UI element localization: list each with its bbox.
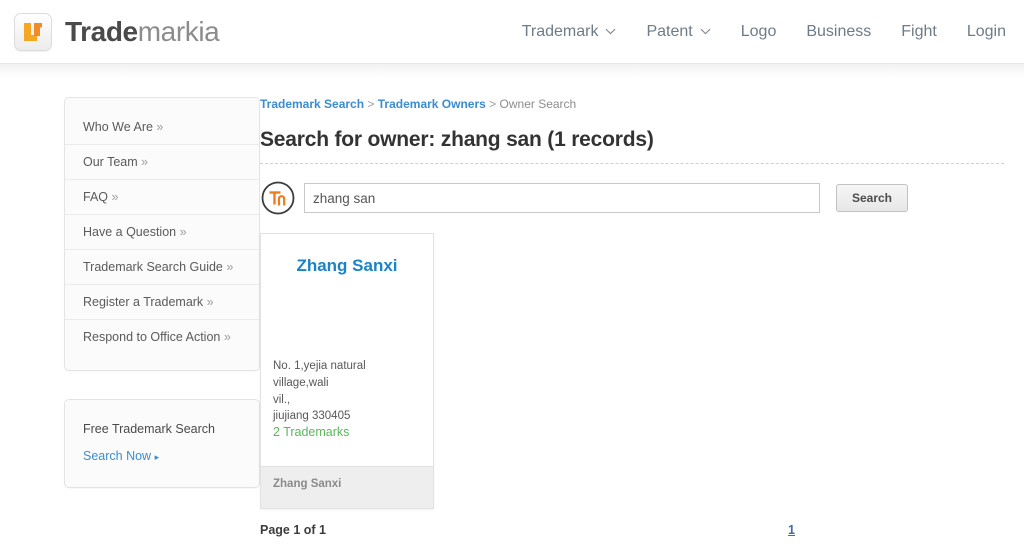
- brand-wordmark: Trademarkia: [65, 15, 220, 48]
- double-chevron-icon: »: [226, 260, 234, 274]
- promo-title: Free Trademark Search: [83, 422, 215, 436]
- owner-address-line-2: vil.,: [273, 393, 291, 406]
- page-body: Who We Are » Our Team » FAQ » Have a Que…: [0, 80, 1024, 539]
- search-bar: Search: [260, 180, 1004, 216]
- double-chevron-icon: »: [111, 190, 119, 204]
- brand-wordmark-bold: Trade: [65, 15, 138, 47]
- page-number-1[interactable]: 1: [788, 523, 795, 537]
- breadcrumb-separator: >: [489, 97, 497, 111]
- nav-item-label: Trademark: [521, 22, 599, 40]
- brand-wordmark-light: markia: [137, 15, 220, 47]
- double-chevron-icon: »: [223, 330, 231, 344]
- owner-address: No. 1,yejia natural village,wali vil., j…: [273, 358, 421, 425]
- sidebar-item-label: Register a Trademark: [83, 295, 204, 309]
- sidebar-item-register-a-trademark[interactable]: Register a Trademark »: [65, 285, 259, 320]
- chevron-down-icon: [700, 28, 711, 35]
- brand-logo[interactable]: Trademarkia: [14, 12, 220, 51]
- nav-item-trademark[interactable]: Trademark: [522, 23, 617, 41]
- sidebar-item-label: FAQ: [83, 190, 109, 204]
- owner-trademark-count[interactable]: 2 Trademarks: [273, 425, 421, 439]
- pagination: Page 1 of 1 1: [260, 521, 1004, 539]
- owner-address-line-1: No. 1,yejia natural village,wali: [273, 360, 366, 390]
- nav-item-login[interactable]: Login: [967, 23, 1006, 41]
- sidebar-item-trademark-search-guide[interactable]: Trademark Search Guide »: [65, 250, 259, 285]
- breadcrumb-separator: >: [367, 97, 375, 111]
- search-input[interactable]: [304, 183, 820, 213]
- double-chevron-icon: »: [141, 155, 149, 169]
- chevron-down-icon: [605, 28, 616, 35]
- owner-result-card[interactable]: Zhang Sanxi No. 1,yejia natural village,…: [260, 233, 434, 509]
- breadcrumb-item-trademark-search[interactable]: Trademark Search: [260, 97, 364, 111]
- nav-item-patent[interactable]: Patent: [646, 22, 711, 41]
- main-nav: Trademark Patent Logo Business Fight Log…: [522, 23, 1006, 41]
- search-button[interactable]: Search: [836, 184, 908, 212]
- site-header: Trademarkia Trademark Patent Logo Busine…: [0, 0, 1024, 64]
- search-now-label: Search Now: [83, 449, 152, 463]
- breadcrumb: Trademark Search > Trademark Owners > Ow…: [260, 97, 1004, 111]
- nav-item-fight[interactable]: Fight: [901, 23, 937, 41]
- triangle-right-icon: ▸: [154, 452, 160, 462]
- page-of-label: Page 1 of 1: [260, 523, 326, 537]
- tm-circle-icon: [260, 180, 296, 216]
- sidebar-item-have-a-question[interactable]: Have a Question »: [65, 215, 259, 250]
- page-title: Search for owner: zhang san (1 records): [260, 128, 654, 151]
- owner-address-line-3: jiujiang 330405: [273, 410, 351, 423]
- title-divider: [260, 163, 1004, 164]
- owner-card-footer-name: Zhang Sanxi: [261, 466, 433, 508]
- page-number-list: 1: [788, 521, 795, 539]
- free-search-promo-panel: Free Trademark Search Search Now ▸: [64, 399, 260, 488]
- owner-name: Zhang Sanxi: [296, 256, 398, 275]
- nav-item-business[interactable]: Business: [806, 23, 871, 41]
- owner-card-body: Zhang Sanxi No. 1,yejia natural village,…: [261, 234, 433, 466]
- sidebar-item-label: Have a Question: [83, 225, 177, 239]
- double-chevron-icon: »: [179, 225, 187, 239]
- sidebar-item-who-we-are[interactable]: Who We Are »: [65, 110, 259, 145]
- trademarkia-lf-logo-icon: [14, 12, 52, 51]
- sidebar-item-respond-to-office-action[interactable]: Respond to Office Action »: [65, 320, 259, 354]
- double-chevron-icon: »: [156, 120, 164, 134]
- sidebar-item-label: Our Team: [83, 155, 138, 169]
- nav-item-label: Business: [806, 22, 872, 40]
- nav-item-label: Logo: [740, 22, 777, 40]
- results-grid: Zhang Sanxi No. 1,yejia natural village,…: [260, 233, 1004, 509]
- sidebar: Who We Are » Our Team » FAQ » Have a Que…: [0, 97, 260, 539]
- sidebar-item-label: Trademark Search Guide: [83, 260, 223, 274]
- main-content: Trademark Search > Trademark Owners > Ow…: [260, 97, 1024, 539]
- nav-item-label: Fight: [901, 22, 937, 40]
- sidebar-item-label: Respond to Office Action: [83, 330, 221, 344]
- nav-item-logo[interactable]: Logo: [741, 23, 777, 41]
- breadcrumb-item-trademark-owners[interactable]: Trademark Owners: [378, 97, 486, 111]
- nav-item-label: Login: [966, 22, 1006, 40]
- sidebar-item-our-team[interactable]: Our Team »: [65, 145, 259, 180]
- breadcrumb-item-owner-search: Owner Search: [499, 97, 577, 111]
- nav-item-label: Patent: [646, 22, 693, 40]
- sidebar-item-label: Who We Are: [83, 120, 153, 134]
- double-chevron-icon: »: [206, 295, 214, 309]
- search-now-link[interactable]: Search Now ▸: [83, 449, 259, 463]
- header-gradient-band: [0, 64, 1024, 80]
- sidebar-item-faq[interactable]: FAQ »: [65, 180, 259, 215]
- sidebar-links-panel: Who We Are » Our Team » FAQ » Have a Que…: [64, 97, 260, 371]
